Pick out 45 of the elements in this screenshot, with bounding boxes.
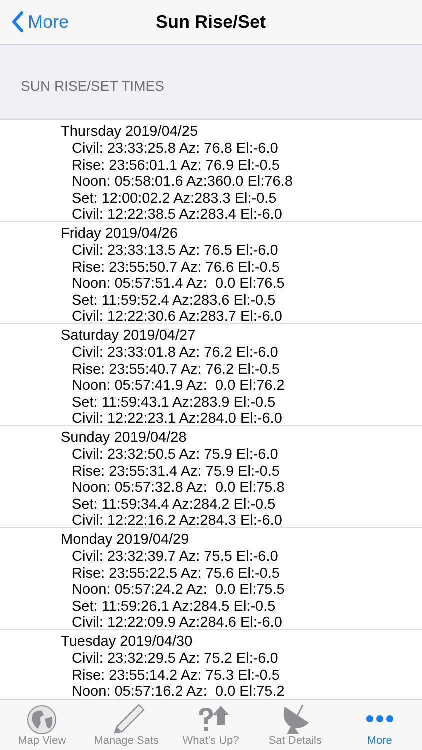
sun-event-line: Civil: 23:32:29.5 Az: 75.2 El:-6.0 [71, 651, 280, 668]
sun-event-line: Noon: 05:57:24.2 Az: 0.0 El:75.5 [71, 582, 286, 598]
day-date: Tuesday 2019/04/30 [61, 634, 194, 651]
sun-event-line: Noon: 05:57:32.8 Az: 0.0 El:75.8 [71, 480, 286, 496]
tab-bar-item[interactable]: More [338, 700, 422, 750]
tab-bar-item[interactable]: Manage Sats [84, 700, 169, 750]
sun-event-line: Civil: 12:22:16.2 Az:284.3 El:-6.0 [71, 513, 284, 530]
day-date: Monday 2019/04/29 [61, 532, 190, 549]
tab-bar-item[interactable]: What's Up? [168, 700, 254, 750]
sun-event-line: Rise: 23:55:40.7 Az: 76.2 El:-0.5 [71, 362, 281, 378]
tab-bar-item[interactable]: Sat Details [253, 700, 338, 750]
sun-event-line: Rise: 23:55:31.4 Az: 75.9 El:-0.5 [71, 464, 281, 480]
sun-event-line: Set: 11:59:52.4 Az:283.6 El:-0.5 [71, 292, 277, 309]
sun-event-line: Noon: 05:57:41.9 Az: 0.0 El:76.2 [71, 378, 286, 394]
day-date: Saturday 2019/04/27 [61, 328, 197, 345]
tab-bar-item[interactable]: Map View [0, 700, 84, 750]
sun-event-line: Civil: 12:22:23.1 Az:284.0 El:-6.0 [71, 411, 284, 428]
sun-event-line: Rise: 23:55:14.2 Az: 75.3 El:-0.5 [71, 668, 281, 684]
globe-icon [27, 705, 58, 735]
sun-event-line: Noon: 05:57:16.2 Az: 0.0 El:75.2 [71, 684, 286, 699]
sun-event-line: Set: 12:00:02.2 Az:283.3 El:-0.5 [71, 190, 278, 207]
sun-event-line: Civil: 12:22:30.6 Az:283.7 El:-6.0 [71, 309, 284, 326]
day-date: Friday 2019/04/26 [61, 226, 179, 243]
sun-event-line: Civil: 23:32:50.5 Az: 75.9 El:-6.0 [71, 447, 280, 464]
sun-event-line: Civil: 12:22:09.9 Az:284.6 El:-6.0 [71, 615, 284, 632]
sun-event-line: Rise: 23:55:22.5 Az: 75.6 El:-0.5 [71, 566, 281, 582]
sun-event-line: Civil: 23:33:25.8 Az: 76.8 El:-6.0 [71, 141, 280, 158]
day-date: Sunday 2019/04/28 [61, 430, 188, 447]
sun-event-line: Set: 11:59:34.4 Az:284.2 El:-0.5 [71, 496, 277, 513]
sun-event-line: Civil: 12:22:38.5 Az:283.4 El:-6.0 [71, 207, 284, 224]
sun-event-line: Noon: 05:58:01.6 Az:360.0 El:76.8 [71, 174, 294, 190]
sun-event-line: Civil: 23:32:39.7 Az: 75.5 El:-6.0 [71, 549, 280, 566]
back-button[interactable]: More [0, 8, 70, 36]
sun-event-line: Set: 11:59:26.1 Az:284.5 El:-0.5 [71, 598, 277, 615]
sun-event-line: Rise: 23:55:50.7 Az: 76.6 El:-0.5 [71, 260, 281, 276]
section-header: SUN RISE/SET TIMES [21, 76, 164, 96]
sun-event-line: Noon: 05:57:51.4 Az: 0.0 El:76.5 [71, 276, 286, 292]
day-date: Thursday 2019/04/25 [61, 124, 200, 141]
sun-event-line: Set: 11:59:43.1 Az:283.9 El:-0.5 [71, 394, 277, 411]
sun-event-line: Rise: 23:56:01.1 Az: 76.9 El:-0.5 [71, 158, 281, 174]
chevron-left-icon [12, 11, 24, 33]
more-dots-icon [366, 715, 394, 723]
sun-event-line: Civil: 23:33:01.8 Az: 76.2 El:-6.0 [71, 345, 280, 362]
sun-event-line: Civil: 23:33:13.5 Az: 76.5 El:-6.0 [71, 243, 280, 260]
page-title: Sun Rise/Set [156, 10, 266, 34]
